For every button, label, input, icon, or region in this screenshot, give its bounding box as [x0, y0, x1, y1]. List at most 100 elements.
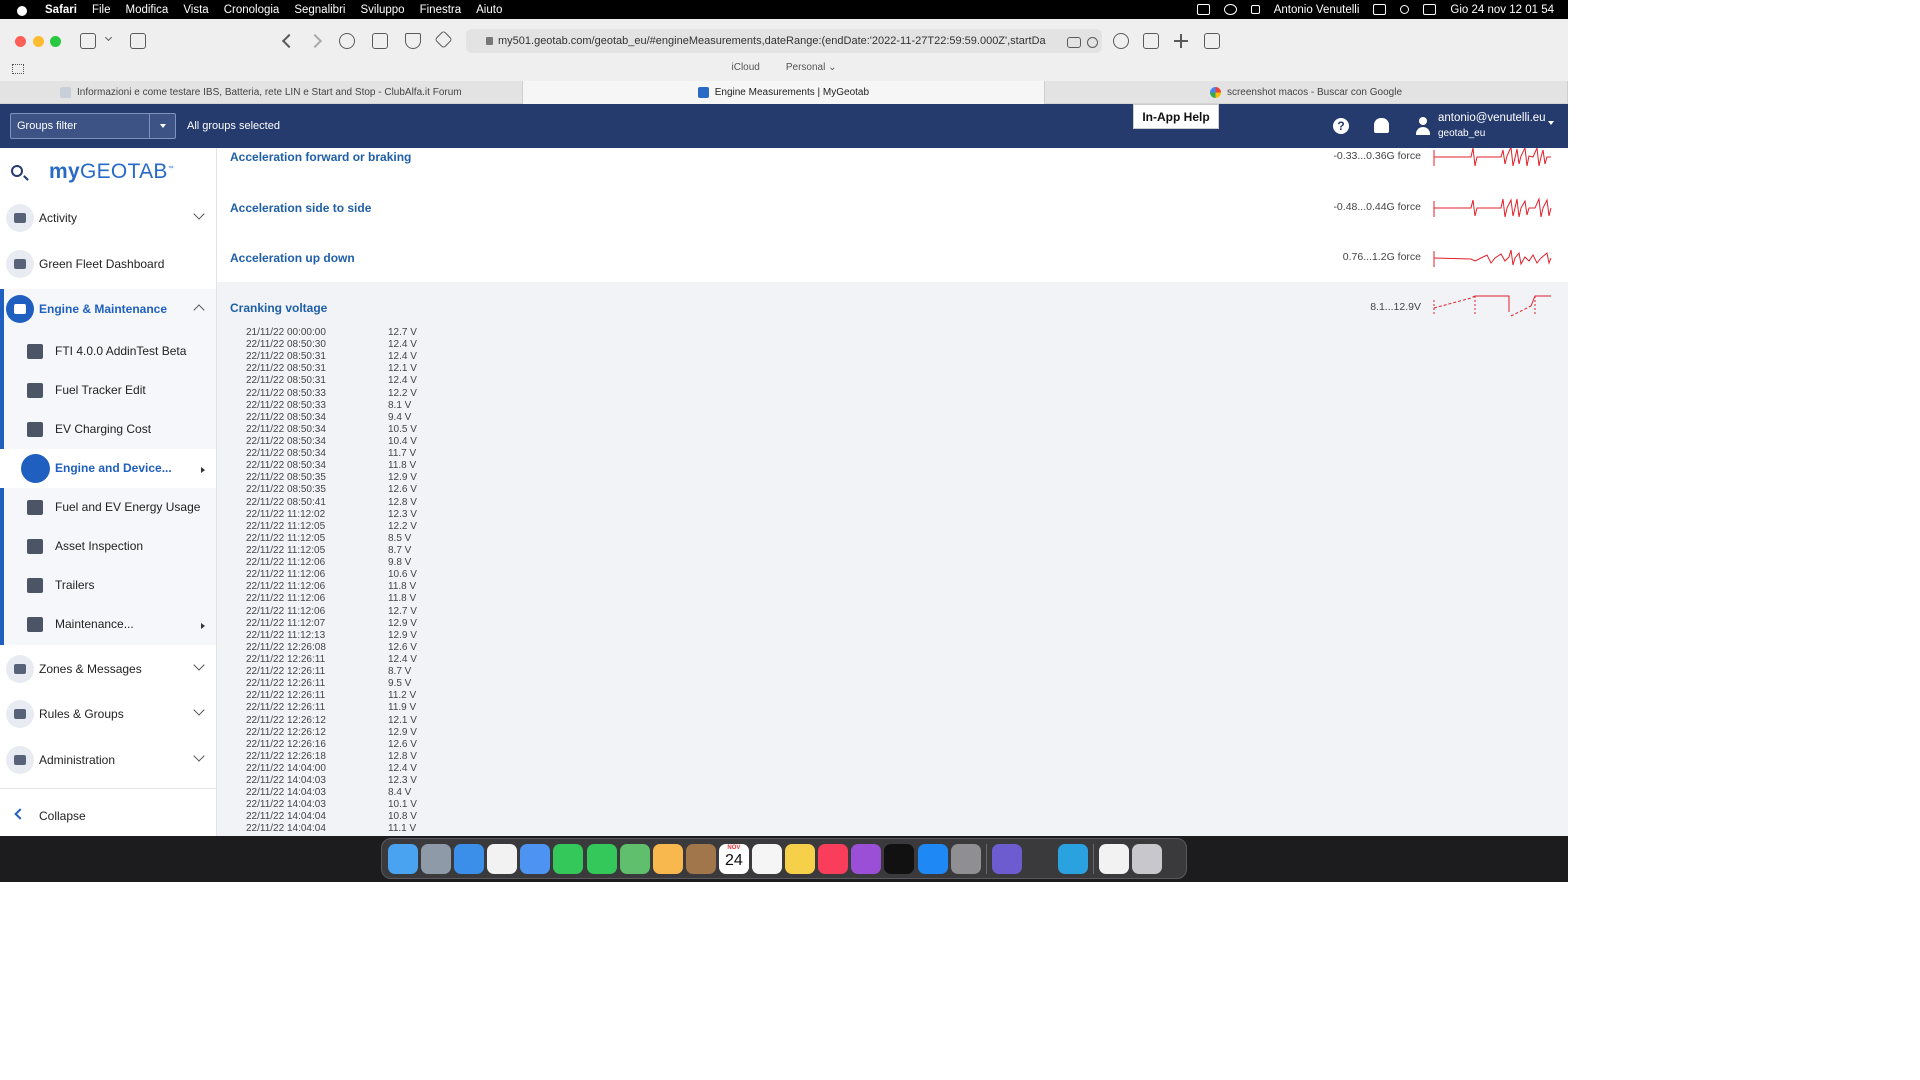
print-icon[interactable]: [130, 33, 146, 49]
favorite-personal[interactable]: Personal ⌄: [786, 62, 837, 80]
measurement-name[interactable]: Acceleration up down: [230, 251, 355, 265]
facetime-icon[interactable]: [553, 843, 584, 874]
user-menu-chevron-icon[interactable]: [1548, 121, 1554, 125]
chevron-down-icon[interactable]: [149, 114, 175, 138]
home-icon[interactable]: [372, 33, 388, 49]
sidebar-item-administration[interactable]: Administration: [0, 746, 216, 774]
tab-clubalfa[interactable]: Informazioni e come testare IBS, Batteri…: [0, 81, 523, 104]
close-window-button[interactable]: [15, 36, 26, 47]
telegram-icon[interactable]: [1057, 843, 1088, 874]
address-bar[interactable]: my501.geotab.com/geotab_eu/#engineMeasur…: [466, 29, 1102, 53]
notes-icon[interactable]: [785, 843, 816, 874]
documents-icon[interactable]: [1099, 843, 1130, 874]
sidebar-item-green-fleet[interactable]: Green Fleet Dashboard: [0, 250, 216, 278]
minimize-window-button[interactable]: [33, 36, 44, 47]
photos-icon[interactable]: [652, 843, 683, 874]
sidebar-item-zones-messages[interactable]: Zones & Messages: [0, 655, 216, 683]
keyboard-icon[interactable]: [1373, 4, 1387, 15]
measurement-name[interactable]: Acceleration forward or braking: [230, 150, 411, 164]
info-icon[interactable]: [1113, 33, 1129, 49]
sidebar-subitem-fti[interactable]: FTI 4.0.0 AddinTest Beta: [0, 332, 216, 371]
finder-icon[interactable]: [388, 843, 418, 874]
tab-overview-icon[interactable]: [1204, 33, 1220, 49]
menu-modifica[interactable]: Modifica: [126, 4, 169, 16]
star-icon[interactable]: [434, 30, 453, 49]
spotlight-icon[interactable]: [1400, 5, 1410, 14]
notes-brown-icon[interactable]: [685, 843, 716, 874]
back-icon[interactable]: [281, 33, 297, 49]
measurement-name[interactable]: Acceleration side to side: [230, 201, 371, 215]
sidebar-item-engine-maintenance[interactable]: Engine & Maintenance: [0, 295, 216, 323]
sidebar-toggle-icon[interactable]: [80, 33, 96, 49]
user-icon[interactable]: [1416, 117, 1430, 135]
music-icon[interactable]: [818, 843, 849, 874]
system-preferences-icon[interactable]: [950, 843, 981, 874]
user-email[interactable]: antonio@venutelli.eu: [1438, 112, 1546, 124]
tv-icon[interactable]: [884, 843, 915, 874]
sidebar-subitem-fuel-ev-energy[interactable]: Fuel and EV Energy Usage: [0, 488, 216, 527]
share-icon[interactable]: [1143, 33, 1159, 49]
chrome-icon[interactable]: [487, 843, 518, 874]
trash-icon[interactable]: [1132, 843, 1163, 874]
menu-cronologia[interactable]: Cronologia: [224, 4, 280, 16]
app-store-icon[interactable]: [917, 843, 948, 874]
measurement-row[interactable]: Acceleration forward or braking -0.33...…: [217, 148, 1568, 199]
search-icon[interactable]: [11, 165, 23, 177]
sidebar-subitem-trailers[interactable]: Trailers: [0, 566, 216, 605]
mail-icon[interactable]: [520, 843, 551, 874]
tab-google[interactable]: screenshot macos - Buscar con Google: [1045, 81, 1568, 104]
in-app-help-button[interactable]: In-App Help: [1133, 104, 1219, 129]
translate-icon[interactable]: [1067, 37, 1081, 48]
launchpad-icon[interactable]: [421, 843, 452, 874]
calendar-month: NOV: [727, 844, 741, 851]
grid-icon[interactable]: [12, 64, 24, 74]
wifi-icon[interactable]: [1223, 4, 1237, 15]
shield-icon[interactable]: [405, 33, 421, 49]
collapse-button[interactable]: Collapse: [0, 788, 216, 836]
sidebar-subitem-ev-charging[interactable]: EV Charging Cost: [0, 410, 216, 449]
sidebar-subitem-fuel-tracker[interactable]: Fuel Tracker Edit: [0, 371, 216, 410]
menu-vista[interactable]: Vista: [183, 4, 208, 16]
sidebar-subitem-engine-device[interactable]: Engine and Device...: [0, 449, 216, 488]
menu-finestra[interactable]: Finestra: [420, 4, 462, 16]
sidebar-subitem-maintenance[interactable]: Maintenance...: [0, 605, 216, 644]
help-icon[interactable]: ?: [1333, 118, 1349, 134]
menu-safari[interactable]: Safari: [45, 4, 77, 16]
reload-icon[interactable]: [1087, 37, 1098, 48]
vpn-icon[interactable]: [991, 843, 1022, 874]
calendar-icon[interactable]: NOV 24: [718, 843, 749, 874]
new-tab-icon[interactable]: [1173, 33, 1189, 49]
menu-segnalibri[interactable]: Segnalibri: [294, 4, 345, 16]
menu-file[interactable]: File: [92, 4, 111, 16]
volume-icon[interactable]: [1196, 4, 1210, 15]
zoom-window-button[interactable]: [50, 36, 61, 47]
menu-sviluppo[interactable]: Sviluppo: [360, 4, 404, 16]
messages-icon[interactable]: [586, 843, 617, 874]
tab-mygeotab[interactable]: Engine Measurements | MyGeotab: [522, 81, 1046, 104]
forward-icon[interactable]: [307, 33, 323, 49]
mygeotab-logo[interactable]: myGEOTAB™: [49, 160, 174, 184]
menu-aiuto[interactable]: Aiuto: [476, 4, 502, 16]
menubar-clock[interactable]: Gio 24 nov 12 01 54: [1450, 4, 1554, 16]
sidebar-subitem-asset-inspection[interactable]: Asset Inspection: [0, 527, 216, 566]
gear-icon[interactable]: [339, 33, 355, 49]
sidebar-item-rules-groups[interactable]: Rules & Groups: [0, 700, 216, 728]
bell-icon[interactable]: [1374, 118, 1389, 133]
bluetooth-icon[interactable]: [1250, 5, 1260, 14]
safari-icon[interactable]: [454, 843, 485, 874]
measurement-name[interactable]: Cranking voltage: [230, 301, 327, 315]
reading-value: 12.7 V: [388, 327, 417, 338]
reading-timestamp: 22/11/22 08:50:41: [246, 496, 326, 508]
podcasts-icon[interactable]: [851, 843, 882, 874]
calculator-icon[interactable]: [1024, 843, 1055, 874]
measurement-row[interactable]: Acceleration side to side -0.48...0.44G …: [217, 197, 1568, 250]
control-center-icon[interactable]: [1423, 4, 1437, 15]
menubar-user-name[interactable]: Antonio Venutelli: [1274, 4, 1360, 16]
sidebar-item-activity[interactable]: Activity: [0, 204, 216, 232]
apple-icon[interactable]: [15, 3, 29, 17]
groups-filter-select[interactable]: Groups filter: [10, 113, 176, 139]
maps-icon[interactable]: [619, 843, 650, 874]
reminders-icon[interactable]: [752, 843, 783, 874]
tab-group-chevron-icon[interactable]: [104, 33, 113, 42]
favorite-icloud[interactable]: iCloud: [732, 62, 760, 80]
